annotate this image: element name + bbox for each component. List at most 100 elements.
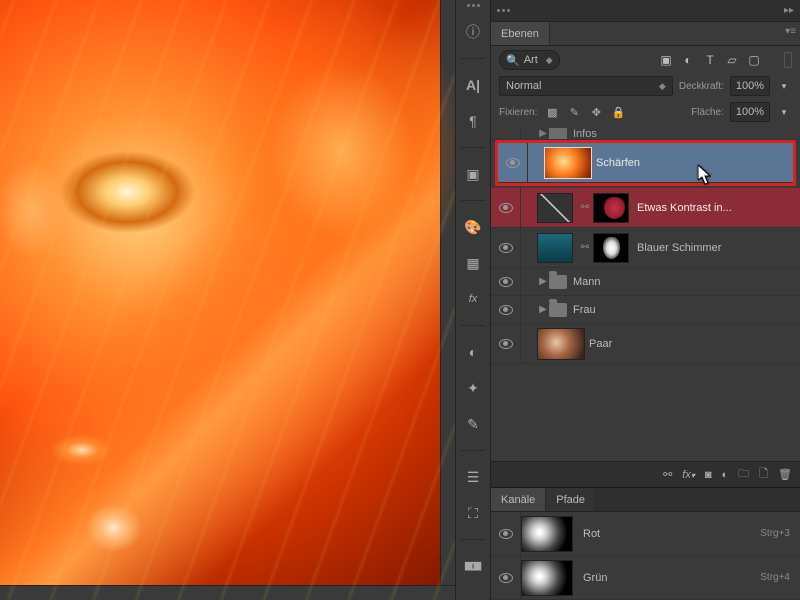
styles-panel-icon[interactable]: ▦	[459, 251, 487, 275]
delete-layer-icon[interactable]: 🗑	[778, 468, 792, 481]
opacity-value: 100%	[736, 80, 764, 92]
fill-field[interactable]: 100%	[730, 102, 770, 122]
mask-link-icon[interactable]: ⚯	[579, 242, 591, 253]
tool-presets-panel-icon[interactable]: ⛶	[459, 501, 487, 525]
lock-buttons-group: ▩ ✎ ✥ 🔒	[543, 103, 627, 121]
clone-source-panel-icon[interactable]: 🀰	[459, 554, 487, 578]
canvas-scrollbar-vertical[interactable]	[440, 0, 455, 600]
filter-pixel-icon[interactable]: ▣	[658, 52, 674, 68]
channel-thumbnail[interactable]	[521, 560, 573, 596]
fx-panel-icon[interactable]: fx	[459, 287, 487, 311]
collapse-panels-icon[interactable]: ▸▸	[784, 5, 794, 16]
visibility-eye-icon[interactable]	[499, 243, 513, 253]
layer-name[interactable]: Schärfen	[596, 157, 783, 169]
navigator-panel-icon[interactable]: ▣	[459, 162, 487, 186]
visibility-eye-icon[interactable]	[499, 529, 513, 539]
layer-row-paar[interactable]: Paar	[491, 324, 800, 364]
layer-mask-thumbnail[interactable]	[593, 193, 629, 223]
layer-group-mann[interactable]: ▶ Mann	[491, 268, 800, 296]
channel-name[interactable]: Grün	[583, 572, 760, 584]
channel-shortcut: Strg+3	[760, 528, 790, 539]
channel-row-green[interactable]: Grün Strg+4	[491, 556, 800, 600]
lock-all-icon[interactable]: 🔒	[609, 103, 627, 121]
layer-group-infos[interactable]: ▶ Infos	[491, 128, 800, 140]
fill-value: 100%	[736, 106, 764, 118]
disclosure-triangle-icon[interactable]: ▶	[537, 304, 549, 315]
brush-presets-panel-icon[interactable]: ✎	[459, 412, 487, 436]
layer-row-kontrast[interactable]: ⚯ Etwas Kontrast in...	[491, 188, 800, 228]
filter-type-icon[interactable]: T	[702, 52, 718, 68]
channel-thumbnail[interactable]	[521, 516, 573, 552]
lock-pixels-icon[interactable]: ✎	[565, 103, 583, 121]
channel-name[interactable]: Rot	[583, 528, 760, 540]
layer-name[interactable]: Frau	[573, 304, 790, 316]
layer-name[interactable]: Mann	[573, 276, 790, 288]
adjustments-panel-icon[interactable]: ◐	[459, 340, 487, 364]
canvas-scrollbar-horizontal[interactable]	[0, 585, 455, 600]
character-panel-icon[interactable]: A|	[459, 73, 487, 97]
layer-name[interactable]: Blauer Schimmer	[637, 242, 790, 254]
opacity-label: Deckkraft:	[679, 81, 724, 92]
layer-mask-thumbnail[interactable]	[593, 233, 629, 263]
layers-panel-icon[interactable]: ☰	[459, 465, 487, 489]
tab-channels[interactable]: Kanäle	[491, 488, 546, 512]
adjustment-layer-icon[interactable]	[537, 193, 573, 223]
filter-adjustment-icon[interactable]: ◐	[680, 52, 696, 68]
paragraph-panel-icon[interactable]: ¶	[459, 109, 487, 133]
add-mask-icon[interactable]: ◙	[705, 469, 712, 481]
layers-panel-footer: ⚯ fx▾ ◙ ◐ 🗀 🗋 🗑	[491, 461, 800, 487]
layer-filter-kind-label: Art	[524, 54, 538, 66]
blend-mode-value: Normal	[506, 80, 541, 92]
visibility-eye-icon[interactable]	[499, 203, 513, 213]
tab-layers-label: Ebenen	[501, 28, 539, 40]
tab-paths[interactable]: Pfade	[546, 488, 596, 512]
dock-grip-icon[interactable]	[463, 4, 483, 8]
layer-panel-options: 🔍 Art ◆ ▣ ◐ T ▱ ▢ Normal ◆ Deckkraft: 10…	[491, 46, 800, 128]
layer-thumbnail[interactable]	[537, 233, 573, 263]
filter-shape-icon[interactable]: ▱	[724, 52, 740, 68]
disclosure-triangle-icon[interactable]: ▶	[537, 276, 549, 287]
layer-name[interactable]: Paar	[589, 338, 790, 350]
layer-thumbnail[interactable]	[544, 147, 592, 179]
visibility-eye-icon[interactable]	[506, 158, 520, 168]
filter-smart-icon[interactable]: ▢	[746, 52, 762, 68]
folder-icon	[549, 275, 567, 289]
new-group-icon[interactable]: 🗀	[738, 465, 749, 484]
folder-icon	[549, 303, 567, 317]
panel-flyout-menu-icon[interactable]: ▾≡	[785, 26, 796, 37]
visibility-eye-icon[interactable]	[499, 573, 513, 583]
document-canvas[interactable]	[0, 0, 455, 600]
channel-row-red[interactable]: Rot Strg+3	[491, 512, 800, 556]
layer-name[interactable]: Infos	[573, 128, 790, 140]
layer-filter-kind-dropdown[interactable]: 🔍 Art ◆	[499, 50, 560, 70]
lock-transparency-icon[interactable]: ▩	[543, 103, 561, 121]
visibility-eye-icon[interactable]	[499, 277, 513, 287]
right-panel-stack: ▸▸ Ebenen ▾≡ 🔍 Art ◆ ▣ ◐ T ▱ ▢ N	[491, 0, 800, 600]
layer-row-schimmer[interactable]: ⚯ Blauer Schimmer	[491, 228, 800, 268]
new-adjustment-icon[interactable]: ◐	[722, 469, 729, 481]
fill-scrubber-icon[interactable]: ▾	[776, 104, 792, 120]
opacity-field[interactable]: 100%	[730, 76, 770, 96]
tutorial-highlight-box: Schärfen	[495, 140, 796, 186]
opacity-scrubber-icon[interactable]: ▾	[776, 78, 792, 94]
visibility-eye-icon[interactable]	[499, 339, 513, 349]
link-layers-icon[interactable]: ⚯	[663, 468, 672, 481]
tab-layers[interactable]: Ebenen	[491, 22, 550, 46]
info-panel-icon[interactable]: ⓘ	[459, 20, 487, 44]
lock-position-icon[interactable]: ✥	[587, 103, 605, 121]
filter-toggle-switch[interactable]	[784, 52, 792, 68]
layer-thumbnail[interactable]	[537, 328, 585, 360]
blend-mode-dropdown[interactable]: Normal ◆	[499, 76, 673, 96]
disclosure-triangle-icon[interactable]: ▶	[537, 128, 549, 139]
swatches-panel-icon[interactable]: 🎨	[459, 215, 487, 239]
layer-group-frau[interactable]: ▶ Frau	[491, 296, 800, 324]
panel-titlebar[interactable]: ▸▸	[491, 0, 800, 22]
layer-effects-icon[interactable]: fx▾	[682, 469, 695, 481]
channels-panel: Kanäle Pfade Rot Strg+3 Grün Strg+4	[491, 487, 800, 600]
layer-row-scharfen[interactable]: Schärfen	[498, 143, 793, 183]
layer-name[interactable]: Etwas Kontrast in...	[637, 202, 790, 214]
visibility-eye-icon[interactable]	[499, 305, 513, 315]
new-layer-icon[interactable]: 🗋	[759, 465, 768, 484]
mask-link-icon[interactable]: ⚯	[579, 202, 591, 213]
brush-panel-icon[interactable]: ✦	[459, 376, 487, 400]
